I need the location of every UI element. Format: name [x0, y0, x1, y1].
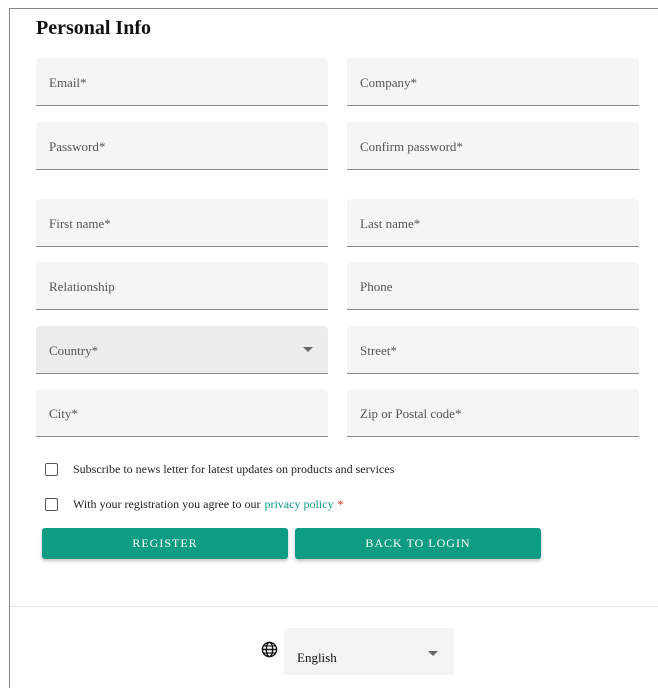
email-label: Email*: [49, 75, 87, 90]
zip-label: Zip or Postal code*: [360, 406, 462, 421]
phone-label: Phone: [360, 279, 393, 294]
company-field[interactable]: Company*: [347, 58, 639, 106]
privacy-row: With your registration you agree to our …: [45, 496, 343, 512]
country-label: Country*: [49, 343, 99, 358]
page-title: Personal Info: [36, 17, 151, 39]
newsletter-checkbox[interactable]: [45, 462, 58, 476]
register-button[interactable]: REGISTER: [42, 528, 288, 559]
last-name-label: Last name*: [360, 216, 421, 231]
city-label: City*: [49, 406, 78, 421]
confirm-password-label: Confirm password*: [360, 139, 463, 154]
privacy-checkbox[interactable]: [45, 497, 58, 511]
newsletter-label: Subscribe to news letter for latest upda…: [73, 461, 395, 476]
password-field[interactable]: Password*: [36, 122, 328, 170]
first-name-field[interactable]: First name*: [36, 199, 328, 247]
back-to-login-button[interactable]: BACK TO LOGIN: [295, 528, 541, 559]
street-field[interactable]: Street*: [347, 326, 639, 374]
confirm-password-field[interactable]: Confirm password*: [347, 122, 639, 170]
street-label: Street*: [360, 343, 397, 358]
footer-divider: [10, 606, 658, 607]
privacy-policy-link[interactable]: privacy policy: [264, 497, 333, 512]
privacy-label: With your registration you agree to our: [73, 496, 261, 511]
zip-field[interactable]: Zip or Postal code*: [347, 389, 639, 437]
language-dropdown-arrow-icon: [428, 651, 438, 656]
password-label: Password*: [49, 139, 106, 154]
required-mark: *: [337, 496, 344, 511]
phone-field[interactable]: Phone: [347, 262, 639, 310]
dropdown-arrow-icon: [303, 347, 313, 352]
language-select[interactable]: English: [284, 628, 454, 675]
language-label: English: [297, 650, 337, 665]
last-name-field[interactable]: Last name*: [347, 199, 639, 247]
email-field[interactable]: Email*: [36, 58, 328, 106]
country-select[interactable]: Country*: [36, 326, 328, 374]
relationship-field[interactable]: Relationship: [36, 262, 328, 310]
city-field[interactable]: City*: [36, 389, 328, 437]
company-label: Company*: [360, 75, 418, 90]
globe-icon: [261, 641, 278, 658]
relationship-label: Relationship: [49, 279, 115, 294]
first-name-label: First name*: [49, 216, 111, 231]
newsletter-row: Subscribe to news letter for latest upda…: [45, 461, 394, 477]
